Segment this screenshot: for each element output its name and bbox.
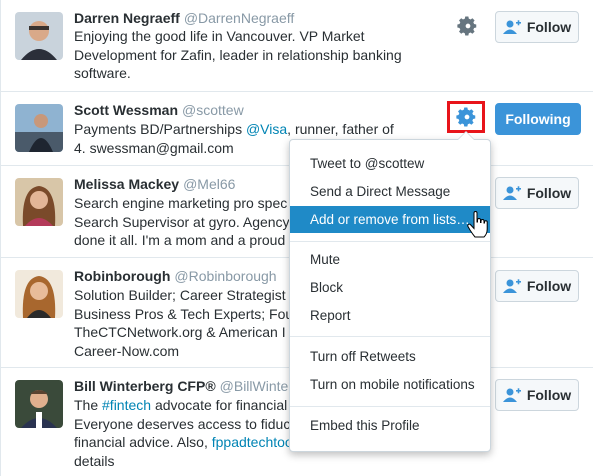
user-handle[interactable]: @Robinborough xyxy=(174,268,276,284)
menu-item-tweet-to[interactable]: Tweet to @scottew xyxy=(290,150,490,177)
gear-icon[interactable] xyxy=(457,15,479,37)
following-label: Following xyxy=(505,111,571,127)
user-name[interactable]: Melissa Mackey @Mel66 xyxy=(74,176,235,192)
menu-item-embed-profile[interactable]: Embed this Profile xyxy=(290,412,490,439)
user-handle[interactable]: @BillWinter xyxy=(220,378,293,394)
hand-pointer-icon xyxy=(467,210,489,239)
menu-item-direct-message[interactable]: Send a Direct Message xyxy=(290,178,490,205)
user-handle[interactable]: @scottew xyxy=(182,102,244,118)
menu-item-mobile-notifications[interactable]: Turn on mobile notifications xyxy=(290,371,490,398)
user-handle[interactable]: @Mel66 xyxy=(183,176,235,192)
follow-button[interactable]: Follow xyxy=(495,177,579,209)
follow-label: Follow xyxy=(526,387,572,403)
avatar[interactable] xyxy=(15,104,63,152)
hashtag-link[interactable]: #fintech xyxy=(102,397,151,413)
menu-item-mute[interactable]: Mute xyxy=(290,246,490,273)
menu-item-add-remove-lists[interactable]: Add or remove from lists… xyxy=(290,206,490,233)
url-link[interactable]: fppadtechtoo xyxy=(212,434,293,450)
follow-label: Follow xyxy=(526,19,572,35)
follow-label: Follow xyxy=(526,185,572,201)
follow-button[interactable]: Follow xyxy=(495,11,579,43)
user-row: Darren Negraeff @DarrenNegraeff Enjoying … xyxy=(1,0,593,92)
menu-separator xyxy=(290,336,490,337)
user-name[interactable]: Bill Winterberg CFP® @BillWinter xyxy=(74,378,293,394)
user-name[interactable]: Scott Wessman @scottew xyxy=(74,102,244,118)
follow-button[interactable]: Follow xyxy=(495,270,579,302)
avatar[interactable] xyxy=(15,380,63,428)
user-name[interactable]: Robinborough @Robinborough xyxy=(74,268,277,284)
avatar[interactable] xyxy=(15,178,63,226)
following-button[interactable]: Following xyxy=(495,103,581,135)
follow-button[interactable]: Follow xyxy=(495,379,579,411)
user-plus-icon xyxy=(502,279,521,293)
menu-item-report[interactable]: Report xyxy=(290,302,490,329)
avatar[interactable] xyxy=(15,12,63,60)
gear-highlight-box xyxy=(447,101,485,133)
user-plus-icon xyxy=(502,388,521,402)
user-actions-menu: Tweet to @scottew Send a Direct Message … xyxy=(289,131,491,452)
menu-item-block[interactable]: Block xyxy=(290,274,490,301)
follow-label: Follow xyxy=(526,278,572,294)
user-bio: Enjoying the good life in Vancouver. VP … xyxy=(74,28,402,81)
menu-separator xyxy=(290,241,490,242)
menu-separator xyxy=(290,406,490,407)
user-plus-icon xyxy=(502,186,521,200)
user-handle[interactable]: @DarrenNegraeff xyxy=(184,10,294,26)
menu-item-turn-off-retweets[interactable]: Turn off Retweets xyxy=(290,343,490,370)
user-name[interactable]: Darren Negraeff @DarrenNegraeff xyxy=(74,10,294,26)
user-plus-icon xyxy=(502,20,521,34)
mention-link[interactable]: @Visa xyxy=(246,121,287,137)
avatar[interactable] xyxy=(15,270,63,318)
menu-caret xyxy=(457,131,475,140)
